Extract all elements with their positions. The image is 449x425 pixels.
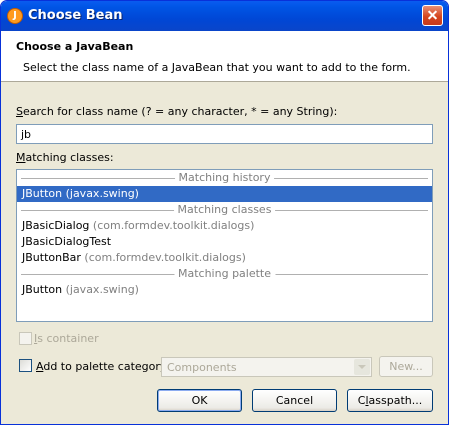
palette-category-select[interactable]: Components [161,357,372,377]
is-container-checkbox[interactable] [19,332,32,345]
chevron-down-icon[interactable] [354,359,370,375]
add-to-palette-checkbox[interactable] [19,359,32,372]
section-separator: Matching palette [17,266,432,282]
add-to-palette-label: Add to palette category: [36,360,170,373]
list-item[interactable]: JBasicDialogTest [17,234,432,250]
header-description: Select the class name of a JavaBean that… [23,61,411,74]
title-bar[interactable]: J Choose Bean [1,1,448,31]
cancel-button[interactable]: Cancel [252,389,337,412]
header-title: Choose a JavaBean [16,40,134,53]
section-separator: Matching classes [17,202,432,218]
search-input[interactable]: jb [16,124,433,144]
dialog-header: Choose a JavaBean Select the class name … [1,31,448,82]
new-category-button[interactable]: New... [379,356,433,377]
search-label: Search for class name (? = any character… [16,105,338,118]
palette-category-value: Components [167,361,237,374]
close-button[interactable] [422,5,443,26]
section-separator: Matching history [17,170,432,186]
ok-button[interactable]: OK [157,389,242,412]
list-item[interactable]: JButtonBar (com.formdev.toolkit.dialogs) [17,250,432,266]
list-item[interactable]: JButton (javax.swing) [17,186,432,202]
search-input-value: jb [21,128,32,141]
matching-classes-list[interactable]: Matching history JButton (javax.swing) M… [16,169,433,322]
choose-bean-dialog: J Choose Bean Choose a JavaBean Select t… [0,0,449,425]
java-cup-icon: J [7,8,23,24]
is-container-label: Is container [34,332,99,345]
list-item[interactable]: JButton (javax.swing) [17,282,432,298]
list-item[interactable]: JBasicDialog (com.formdev.toolkit.dialog… [17,218,432,234]
classpath-button[interactable]: Classpath... [347,389,433,412]
window-title: Choose Bean [28,8,123,23]
matching-classes-label: Matching classes: [16,151,114,164]
